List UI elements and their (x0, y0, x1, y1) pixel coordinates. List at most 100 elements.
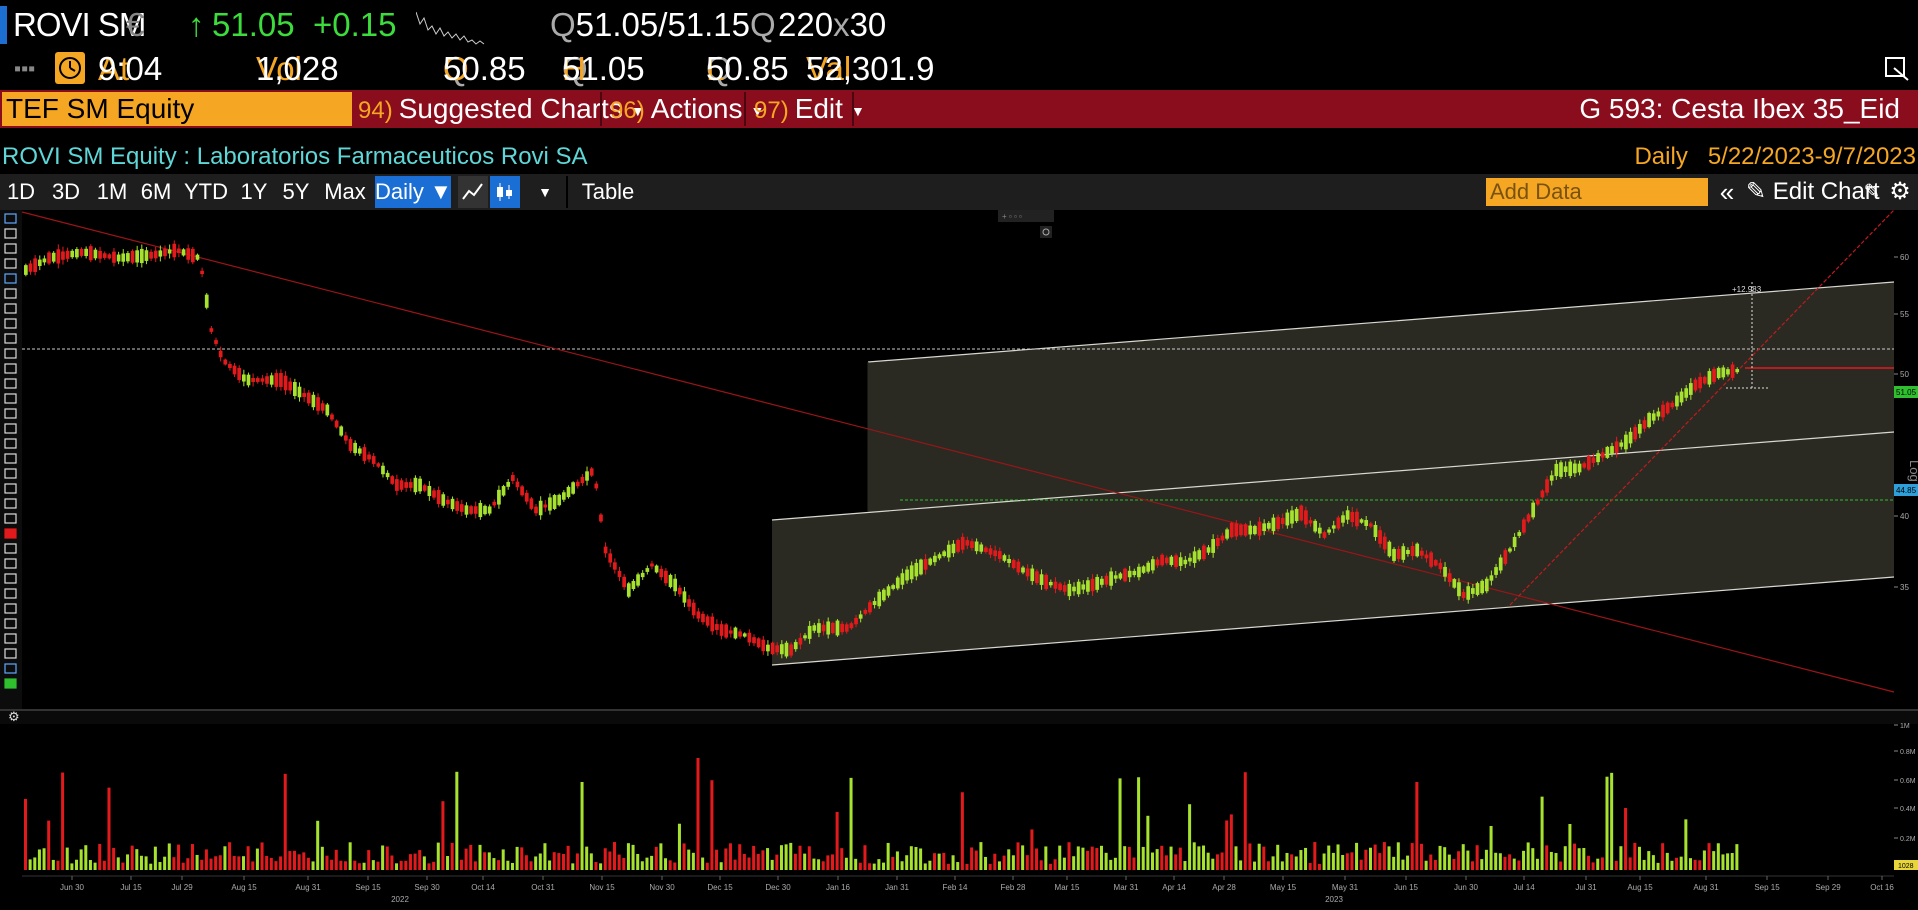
volume-bar (1299, 850, 1303, 870)
actions-menu[interactable]: 96) Actions ▼ (610, 90, 764, 128)
volume-bar (385, 846, 389, 870)
volume-bar (469, 844, 473, 870)
volume-bar (1285, 852, 1289, 870)
clock-icon[interactable] (55, 52, 85, 84)
volume-bars (24, 758, 1739, 870)
candle-body (1484, 578, 1489, 592)
candle-body (1299, 505, 1304, 521)
date-tick: Sep 30 (414, 883, 440, 892)
date-tick: Jun 15 (1394, 883, 1419, 892)
candle-body (543, 504, 548, 508)
candle-body (1229, 522, 1234, 538)
candle-body (112, 251, 116, 263)
chart-mini-controls[interactable]: + ▫ ▫ ▫ (998, 210, 1054, 238)
volume-bar (664, 858, 668, 870)
period-6m[interactable]: 6M (138, 176, 174, 208)
frequency-dropdown[interactable]: Daily ▼ (375, 176, 452, 208)
volume-bar (459, 859, 463, 870)
volume-bar (1081, 847, 1085, 870)
volume-bar (984, 856, 988, 870)
gear-icon[interactable]: ⚙ (1886, 176, 1914, 208)
candle-body (1322, 532, 1327, 538)
volume-bar (599, 863, 603, 870)
volume-bar (1304, 847, 1308, 870)
drawing-tool-icon[interactable] (4, 528, 17, 539)
security-input[interactable]: TEF SM Equity (2, 92, 352, 126)
collapse-icon[interactable]: « (1714, 176, 1740, 208)
date-tick: Nov 30 (649, 883, 675, 892)
candle-body (200, 270, 204, 275)
group-label[interactable]: G 593: Cesta Ibex 35_Eid (1579, 90, 1900, 128)
period-5y[interactable]: 5Y (280, 176, 312, 208)
candle-body (93, 249, 98, 259)
volume-bar (719, 862, 723, 870)
volume-bar (348, 842, 352, 870)
volume-bar (960, 792, 964, 870)
volume-bar (770, 859, 774, 870)
chart-type-dropdown[interactable]: ▼ (530, 176, 560, 208)
candle-body (1313, 520, 1318, 532)
candle-body (784, 642, 789, 657)
volume-bar (1665, 852, 1669, 870)
volume-bar (1712, 851, 1716, 870)
last-price: 51.05 (212, 6, 295, 43)
candle-body (524, 492, 529, 502)
volume-bar (1290, 854, 1294, 870)
volume-bar (538, 853, 542, 870)
date-range[interactable]: Daily 5/22/2023-9/7/2023 (1634, 142, 1916, 172)
security-name: ROVI SM Equity : Laboratorios Farmaceuti… (2, 143, 588, 170)
candle-body (1113, 575, 1118, 579)
volume-bar (724, 848, 728, 870)
date-tick: Jan 16 (826, 883, 851, 892)
date-tick: Jul 14 (1513, 883, 1535, 892)
candle-body (1331, 525, 1336, 529)
add-data-input[interactable]: Add Data (1486, 178, 1708, 206)
volume-bar (302, 852, 306, 870)
candle-body (1433, 560, 1438, 566)
volume-bar (1392, 856, 1396, 870)
period-1y[interactable]: 1Y (238, 176, 270, 208)
pop-out-icon[interactable] (1884, 54, 1910, 82)
period-max[interactable]: Max (322, 176, 368, 208)
volume-bar (710, 780, 714, 870)
candle-body (306, 392, 311, 404)
date-tick: Jul 29 (171, 883, 193, 892)
volume-bar (1058, 845, 1062, 870)
candlestick-icon[interactable] (490, 176, 520, 208)
volume-bar (1415, 782, 1419, 870)
date-tick: Oct 31 (531, 883, 555, 892)
candle-body (1253, 525, 1257, 535)
candle-body (1545, 479, 1549, 493)
volume-bar (334, 849, 338, 870)
volume-bar (427, 863, 431, 870)
volume-bar (1554, 853, 1558, 870)
edit-menu[interactable]: 97) Edit ▼ (754, 90, 865, 128)
candle-body (779, 644, 784, 655)
table-button[interactable]: Table (566, 176, 648, 208)
candle-body (988, 548, 993, 555)
candle-body (677, 587, 682, 595)
volume-bar (65, 847, 69, 870)
chart-canvas[interactable]: +12.983 + ▫ ▫ ▫ 60 55 50 40 35 51.05 44.85 L… (0, 209, 1918, 905)
candle-body (691, 602, 696, 616)
volume-bar (399, 860, 403, 870)
candle-body (1661, 404, 1665, 418)
edit-settings-icon[interactable]: ✎ (1860, 176, 1884, 208)
period-1m[interactable]: 1M (94, 176, 130, 208)
volume-bar (98, 843, 102, 870)
volume-bar (61, 772, 65, 870)
volume-bar (974, 850, 978, 870)
period-3d[interactable]: 3D (48, 176, 84, 208)
volume-bar (951, 855, 955, 870)
line-chart-icon[interactable] (458, 176, 488, 208)
volume-bar (1317, 863, 1321, 870)
volume-bar (636, 853, 640, 870)
volume-bar (1021, 845, 1025, 870)
period-1d[interactable]: 1D (4, 176, 38, 208)
volume-gear-icon[interactable]: ⚙ (8, 710, 20, 725)
period-ytd[interactable]: YTD (182, 176, 230, 208)
candle-body (1624, 434, 1628, 450)
drawing-tool-icon[interactable] (4, 678, 17, 689)
price-chart[interactable]: +12.983 + ▫ ▫ ▫ 60 55 50 40 35 51.05 44.85 L… (0, 209, 1918, 905)
volume-bar (228, 842, 232, 870)
